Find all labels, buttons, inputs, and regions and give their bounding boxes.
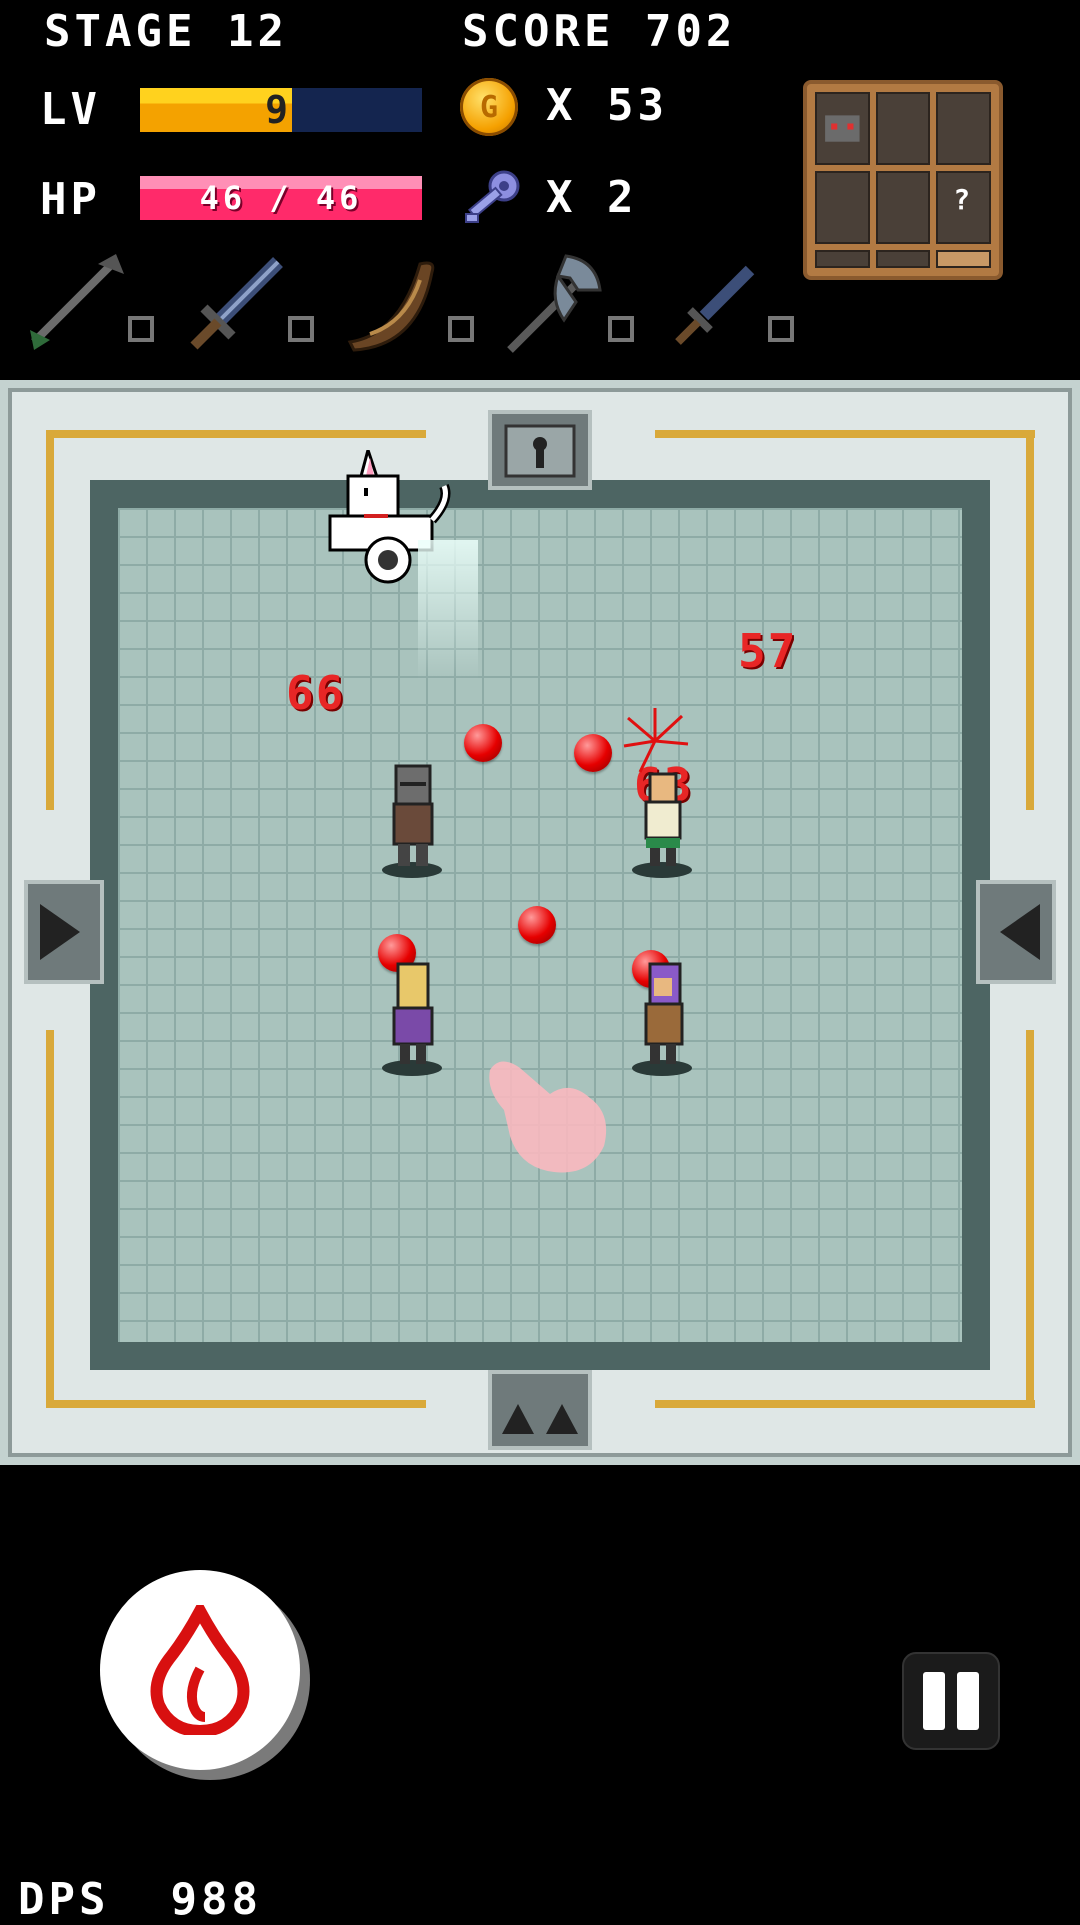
door-left-icon: [24, 880, 104, 984]
fire-icon: [150, 1605, 250, 1735]
cat-face-icon: [825, 115, 860, 142]
inventory-slot[interactable]: [875, 171, 931, 244]
weapon-slot-checkbox[interactable]: [128, 316, 154, 342]
gold-rail: [1026, 1030, 1034, 1408]
monk-enemy: [628, 760, 698, 880]
inventory-slot-unknown[interactable]: ?: [936, 171, 991, 244]
stage-value: 12: [226, 6, 288, 57]
stage-label: STAGE 12: [44, 6, 288, 57]
score-value: 702: [644, 6, 737, 57]
gold-rail: [46, 1030, 54, 1408]
coin-icon: G: [460, 78, 518, 136]
purple-hair-enemy: [628, 958, 698, 1078]
inventory-slot[interactable]: [815, 249, 870, 268]
enemy-projectile: [574, 734, 612, 772]
locked-door-top-icon: [488, 410, 592, 490]
blonde-mage-enemy: [378, 958, 448, 1078]
arrow-icon: [30, 254, 124, 350]
door-right-icon: [976, 880, 1056, 984]
damage-number: 57: [738, 624, 798, 678]
enemy-projectile: [518, 906, 556, 944]
battle-axe-icon: [507, 254, 602, 353]
key-icon: [460, 168, 524, 232]
boomerang-icon: [347, 261, 435, 352]
weapon-slot-sword[interactable]: [180, 250, 330, 360]
fire-attack-button[interactable]: [100, 1570, 300, 1770]
gold-rail: [46, 430, 54, 810]
key-count: X 2: [546, 172, 638, 223]
pause-icon: [923, 1672, 945, 1730]
knight-enemy: [378, 760, 448, 880]
sword-icon: [190, 257, 283, 350]
weapon-slot-checkbox[interactable]: [448, 316, 474, 342]
hp-value: 46 / 46: [199, 179, 363, 217]
door-bottom-icon: [488, 1370, 592, 1450]
pause-button[interactable]: [902, 1652, 1000, 1750]
gold-rail: [46, 1400, 426, 1408]
dash-trail: [418, 540, 478, 680]
level-progress-bar: 9: [140, 88, 422, 132]
weapon-bar: [20, 250, 820, 360]
level-value: 9: [265, 88, 292, 132]
weapon-slot-battle-axe[interactable]: [500, 250, 650, 360]
dps-readout: DPS 988: [18, 1874, 262, 1925]
inventory-slot[interactable]: [815, 171, 870, 244]
weapon-slot-checkbox[interactable]: [768, 316, 794, 342]
hp-bar: 46 / 46: [140, 176, 422, 220]
gold-rail: [655, 1400, 1035, 1408]
inventory-slot-current[interactable]: [936, 249, 991, 268]
gold-rail: [46, 430, 426, 438]
gold-rail: [1026, 430, 1034, 810]
hp-label: HP: [40, 174, 101, 225]
weapon-slot-dagger[interactable]: [660, 250, 810, 360]
coin-count: X 53: [546, 80, 668, 131]
inventory-slot[interactable]: [875, 92, 931, 166]
enemy-projectile: [464, 724, 502, 762]
score-label: SCORE 702: [462, 6, 737, 57]
dps-value: 988: [170, 1874, 262, 1925]
inventory-slot[interactable]: [815, 92, 870, 166]
damage-number: 66: [286, 666, 346, 720]
weapon-slot-arrow[interactable]: [20, 250, 170, 360]
inventory-grid[interactable]: ?: [803, 80, 1003, 280]
dungeon-arena[interactable]: 66 57 63: [0, 380, 1080, 1465]
gold-rail: [655, 430, 1035, 438]
inventory-slot[interactable]: [936, 92, 991, 166]
weapon-slot-checkbox[interactable]: [288, 316, 314, 342]
lv-label: LV: [40, 84, 101, 135]
tap-hint-hand-icon: [480, 1050, 620, 1180]
weapon-slot-boomerang[interactable]: [340, 250, 490, 360]
inventory-slot[interactable]: [875, 249, 931, 268]
dagger-icon: [675, 265, 755, 345]
weapon-slot-checkbox[interactable]: [608, 316, 634, 342]
